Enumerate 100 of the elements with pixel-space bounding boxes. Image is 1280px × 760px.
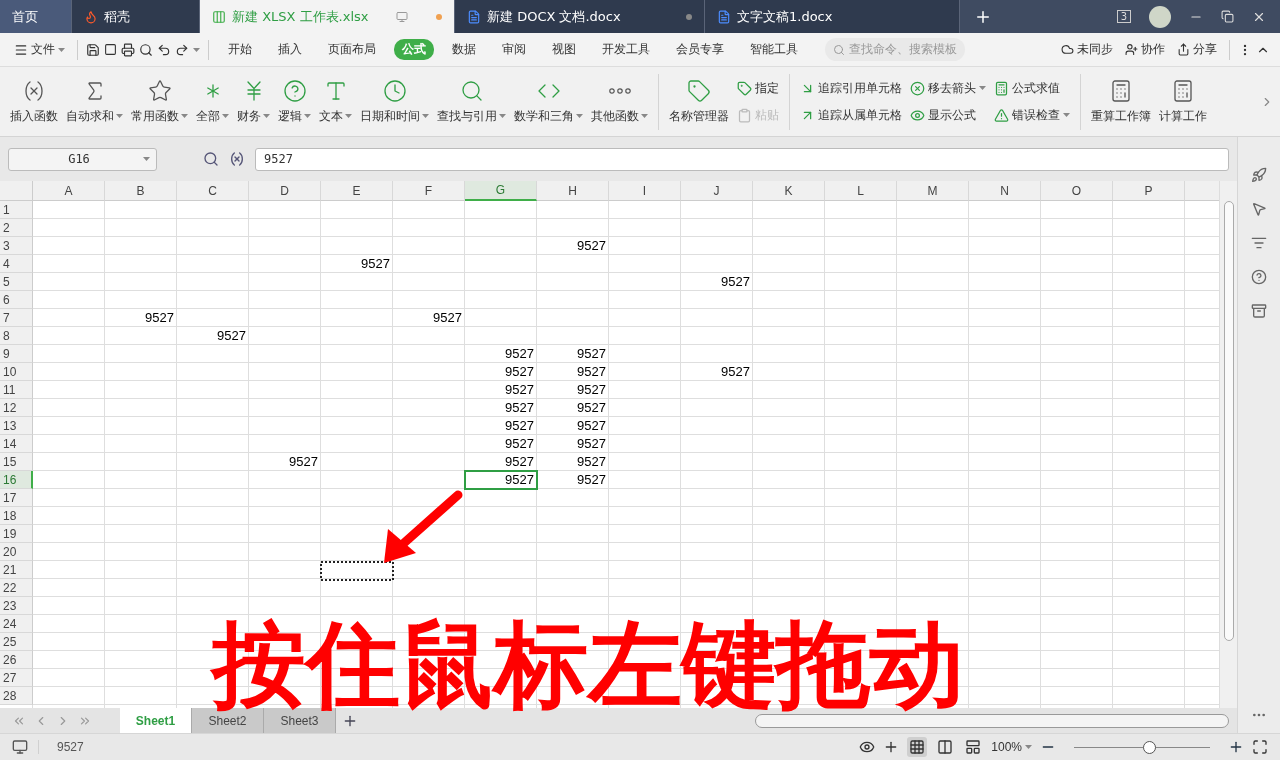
ribbon-button[interactable]: 自动求和 [62, 78, 127, 125]
row-header[interactable]: 20 [0, 543, 33, 561]
column-header[interactable]: C [177, 181, 249, 201]
row-header[interactable]: 7 [0, 309, 33, 327]
window-count[interactable]: 3 [1116, 10, 1131, 23]
row-header[interactable]: 4 [0, 255, 33, 273]
ribbon-button[interactable]: 财务 [233, 78, 274, 125]
ribbon-button[interactable]: 计算工作 [1155, 78, 1211, 125]
row-header[interactable]: 22 [0, 579, 33, 597]
ribbon-button[interactable]: 名称管理器 [665, 78, 733, 125]
rocket-icon[interactable] [1251, 167, 1267, 183]
column-header[interactable]: F [393, 181, 465, 201]
zoom-icon[interactable] [203, 151, 219, 167]
function-icon[interactable] [229, 151, 245, 167]
column-header[interactable]: O [1041, 181, 1113, 201]
redo-icon[interactable] [175, 42, 189, 57]
ribbon-button[interactable]: 文本 [315, 78, 356, 125]
table-cell[interactable]: 9527 [537, 381, 609, 399]
ribbon-button[interactable]: 常用函数 [127, 78, 192, 125]
scrollbar-thumb[interactable] [755, 713, 1229, 728]
ribbon-button[interactable]: 逻辑 [274, 78, 315, 125]
table-cell[interactable]: 9527 [537, 435, 609, 453]
row-header[interactable]: 15 [0, 453, 33, 471]
ribbon-button[interactable]: 追踪从属单元格 [800, 106, 902, 124]
table-cell[interactable]: 9527 [249, 453, 321, 471]
table-cell[interactable]: 9527 [465, 363, 537, 381]
ribbon-button[interactable]: 显示公式 [910, 106, 986, 124]
ribbon-button[interactable]: 数学和三角 [510, 78, 587, 125]
row-header[interactable]: 14 [0, 435, 33, 453]
scrollbar-thumb[interactable] [1223, 201, 1234, 641]
table-cell[interactable]: 9527 [465, 435, 537, 453]
row-header[interactable]: 12 [0, 399, 33, 417]
filter-icon[interactable] [1251, 235, 1267, 251]
document-tab[interactable]: 稻壳 [72, 0, 200, 33]
fullscreen-icon[interactable] [1252, 739, 1268, 755]
column-header[interactable]: I [609, 181, 681, 201]
eye-icon[interactable] [859, 739, 876, 755]
ribbon-tab[interactable]: 会员专享 [668, 39, 732, 60]
table-cell[interactable]: 9527 [465, 399, 537, 417]
ribbon-button[interactable]: 公式求值 [994, 79, 1070, 97]
macro-icon[interactable] [12, 739, 28, 755]
document-tab[interactable]: 新建 DOCX 文档.docx [455, 0, 705, 33]
table-cell[interactable]: 9527 [681, 273, 753, 291]
document-tab[interactable]: 首页 [0, 0, 72, 33]
ribbon-button[interactable]: 错误检查 [994, 106, 1070, 124]
formula-field[interactable]: 9527 [255, 147, 1229, 171]
table-cell[interactable]: 9527 [537, 471, 609, 489]
avatar[interactable] [1149, 5, 1171, 28]
normal-view-button[interactable] [907, 737, 928, 757]
column-header[interactable]: G [465, 181, 537, 201]
column-header[interactable]: B [105, 181, 177, 201]
row-header[interactable]: 3 [0, 237, 33, 255]
ribbon-tab[interactable]: 开发工具 [594, 39, 658, 60]
column-header[interactable]: H [537, 181, 609, 201]
table-cell[interactable]: 9527 [465, 453, 537, 471]
monitor-icon[interactable] [396, 10, 409, 23]
print-icon[interactable] [121, 42, 135, 57]
row-header[interactable]: 23 [0, 597, 33, 615]
column-header[interactable]: M [897, 181, 969, 201]
ribbon-tab[interactable]: 视图 [544, 39, 584, 60]
ribbon-button[interactable]: 移去箭头 [910, 79, 986, 97]
column-header[interactable]: A [33, 181, 105, 201]
row-header[interactable]: 25 [0, 633, 33, 651]
document-tab[interactable]: 文字文稿1.docx [705, 0, 960, 33]
ribbon-button[interactable]: 日期和时间 [356, 78, 433, 125]
name-box[interactable]: G16 [8, 147, 157, 171]
undo-icon[interactable] [157, 42, 171, 57]
table-cell[interactable]: 9527 [537, 399, 609, 417]
table-cell[interactable]: 9527 [105, 309, 177, 327]
column-header[interactable]: D [249, 181, 321, 201]
ribbon-button[interactable]: 追踪引用单元格 [800, 79, 902, 97]
archive-icon[interactable] [1251, 303, 1267, 319]
row-header[interactable]: 21 [0, 561, 33, 579]
help-icon[interactable] [1251, 269, 1267, 285]
row-header[interactable]: 1 [0, 201, 33, 219]
pointer-icon[interactable] [1251, 201, 1267, 217]
ribbon-tab[interactable]: 数据 [444, 39, 484, 60]
table-cell[interactable]: 9527 [465, 345, 537, 363]
preview-icon[interactable] [139, 42, 153, 57]
zoom-slider-thumb[interactable] [1142, 740, 1156, 754]
caret-icon[interactable] [193, 47, 200, 52]
column-header[interactable]: K [753, 181, 825, 201]
ribbon-button[interactable]: 指定 [737, 79, 779, 97]
row-header[interactable]: 5 [0, 273, 33, 291]
table-cell[interactable]: 9527 [393, 309, 465, 327]
active-cell[interactable]: 9527 [465, 471, 537, 489]
row-header[interactable]: 2 [0, 219, 33, 237]
row-header[interactable]: 9 [0, 345, 33, 363]
ribbon-button[interactable]: 插入函数 [6, 78, 62, 125]
ribbon-button[interactable]: 重算工作簿 [1087, 78, 1155, 125]
ribbon-button[interactable]: 全部 [192, 78, 233, 125]
row-header[interactable]: 10 [0, 363, 33, 381]
column-header[interactable]: E [321, 181, 393, 201]
table-cell[interactable]: 9527 [537, 345, 609, 363]
row-header[interactable]: 18 [0, 507, 33, 525]
row-header[interactable]: 27 [0, 669, 33, 687]
table-cell[interactable]: 9527 [537, 237, 609, 255]
row-header[interactable]: 17 [0, 489, 33, 507]
table-cell[interactable]: 9527 [321, 255, 393, 273]
ribbon-button[interactable]: 查找与引用 [433, 78, 510, 125]
